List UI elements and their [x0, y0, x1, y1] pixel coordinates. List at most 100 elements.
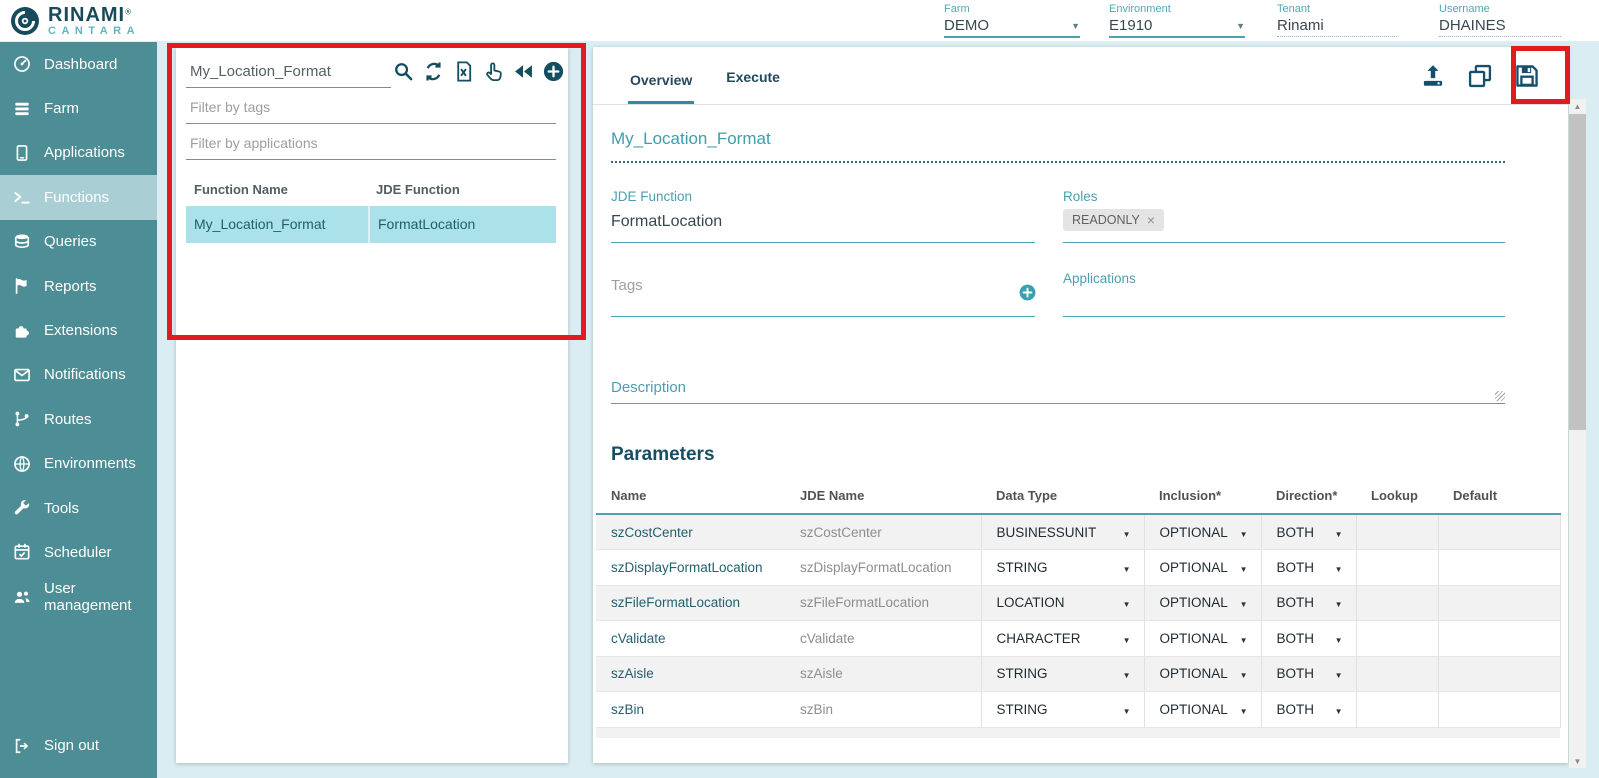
function-list-row-selected[interactable]: My_Location_Format FormatLocation: [186, 206, 556, 243]
sidebar-item-routes[interactable]: Routes: [0, 397, 157, 441]
direction-select[interactable]: BOTH: [1277, 560, 1356, 575]
scrollbar-thumb[interactable]: [1569, 114, 1586, 430]
save-button[interactable]: [1512, 61, 1542, 91]
brand-logo: RINAMI® CANTARA: [8, 4, 140, 38]
inclusion-select[interactable]: OPTIONAL: [1160, 525, 1261, 540]
data-type-select[interactable]: LOCATION: [997, 595, 1144, 610]
tab-execute[interactable]: Execute: [724, 69, 782, 104]
param-default[interactable]: [1438, 550, 1560, 586]
direction-select[interactable]: BOTH: [1277, 595, 1356, 610]
upload-icon[interactable]: [1418, 61, 1448, 91]
sidebar-item-extensions[interactable]: Extensions: [0, 308, 157, 352]
sidebar-item-queries[interactable]: Queries: [0, 220, 157, 264]
sidebar-item-label: Scheduler: [44, 544, 112, 561]
sidebar-item-farm[interactable]: Farm: [0, 86, 157, 130]
param-lookup[interactable]: [1356, 514, 1438, 550]
refresh-icon[interactable]: [421, 59, 446, 84]
param-default[interactable]: [1438, 656, 1560, 692]
param-lookup[interactable]: [1356, 621, 1438, 657]
parameters-heading: Parameters: [611, 444, 1568, 466]
search-icon[interactable]: [391, 59, 416, 84]
scroll-up-arrow-icon[interactable]: [1569, 99, 1586, 113]
roles-field[interactable]: Roles READONLY: [1063, 189, 1505, 243]
param-lookup[interactable]: [1356, 550, 1438, 586]
direction-select[interactable]: BOTH: [1277, 631, 1356, 646]
farm-select[interactable]: Farm DEMO▼: [944, 3, 1080, 38]
function-list-panel: Function Name JDE Function My_Location_F…: [176, 47, 568, 763]
tag-filter-input[interactable]: [186, 91, 556, 124]
sidebar-item-sign-out[interactable]: Sign out: [0, 724, 157, 768]
sidebar-item-functions[interactable]: Functions: [0, 175, 157, 219]
tags-field[interactable]: Tags: [611, 271, 1035, 317]
col-name: Name: [596, 482, 785, 514]
inclusion-select[interactable]: OPTIONAL: [1160, 631, 1261, 646]
description-field[interactable]: Description: [611, 379, 1505, 404]
param-jde-name: szAisle: [785, 656, 981, 692]
username-field[interactable]: Username DHAINES: [1439, 3, 1561, 37]
data-type-select[interactable]: STRING: [997, 702, 1144, 717]
param-default[interactable]: [1438, 585, 1560, 621]
direction-select[interactable]: BOTH: [1277, 525, 1356, 540]
jde-function-field[interactable]: JDE Function FormatLocation: [611, 189, 1035, 243]
sidebar-item-label: User management: [44, 580, 157, 614]
chip-remove-icon[interactable]: [1147, 213, 1155, 227]
excel-export-icon[interactable]: [451, 59, 476, 84]
data-type-select[interactable]: STRING: [997, 666, 1144, 681]
chevron-down-icon: [1240, 560, 1248, 575]
param-default[interactable]: [1438, 692, 1560, 728]
tenant-field[interactable]: Tenant Rinami: [1277, 3, 1397, 37]
direction-select[interactable]: BOTH: [1277, 702, 1356, 717]
detail-tabs: Overview Execute: [593, 47, 1568, 105]
environment-value: E1910: [1109, 17, 1152, 34]
sidebar-item-tools[interactable]: Tools: [0, 486, 157, 530]
col-lookup: Lookup: [1356, 482, 1438, 514]
application-filter-input[interactable]: [186, 127, 556, 160]
vertical-scrollbar[interactable]: [1569, 99, 1586, 768]
data-type-select[interactable]: CHARACTER: [997, 631, 1144, 646]
param-default[interactable]: [1438, 621, 1560, 657]
data-type-select[interactable]: STRING: [997, 560, 1144, 575]
chevron-down-icon: [1240, 525, 1248, 540]
sidebar-item-reports[interactable]: Reports: [0, 264, 157, 308]
function-title[interactable]: My_Location_Format: [611, 129, 1505, 163]
param-default[interactable]: [1438, 514, 1560, 550]
rewind-icon[interactable]: [511, 59, 536, 84]
parameter-row: szCostCenter szCostCenter BUSINESSUNIT O…: [596, 514, 1560, 550]
chevron-down-icon: [1123, 631, 1131, 646]
hand-cursor-icon[interactable]: [481, 59, 506, 84]
param-jde-name: szDisplayFormatLocation: [785, 550, 981, 586]
data-type-select[interactable]: BUSINESSUNIT: [997, 525, 1144, 540]
inclusion-select[interactable]: OPTIONAL: [1160, 595, 1261, 610]
param-name: cValidate: [596, 621, 785, 657]
farm-icon: [11, 98, 33, 120]
environment-select[interactable]: Environment E1910▼: [1109, 3, 1245, 38]
sidebar-item-label: Extensions: [44, 322, 117, 339]
col-jde-name: JDE Name: [785, 482, 981, 514]
sidebar-item-user-management[interactable]: User management: [0, 575, 157, 619]
param-lookup[interactable]: [1356, 692, 1438, 728]
inclusion-select[interactable]: OPTIONAL: [1160, 702, 1261, 717]
jde-function-value: FormatLocation: [611, 213, 1035, 231]
applications-field[interactable]: Applications: [1063, 271, 1505, 317]
sidebar-item-scheduler[interactable]: Scheduler: [0, 530, 157, 574]
inclusion-select[interactable]: OPTIONAL: [1160, 560, 1261, 575]
sidebar-item-notifications[interactable]: Notifications: [0, 353, 157, 397]
tab-overview[interactable]: Overview: [628, 72, 694, 104]
inclusion-select[interactable]: OPTIONAL: [1160, 666, 1261, 681]
col-inclusion: Inclusion*: [1144, 482, 1261, 514]
scroll-down-arrow-icon[interactable]: [1569, 754, 1586, 768]
param-lookup[interactable]: [1356, 656, 1438, 692]
sidebar-item-dashboard[interactable]: Dashboard: [0, 42, 157, 86]
add-tag-icon[interactable]: [1018, 283, 1037, 302]
function-list-header: Function Name JDE Function: [186, 174, 556, 206]
add-icon[interactable]: [541, 59, 566, 84]
sidebar-item-environments[interactable]: Environments: [0, 442, 157, 486]
username-value: DHAINES: [1439, 17, 1506, 34]
direction-select[interactable]: BOTH: [1277, 666, 1356, 681]
copy-icon[interactable]: [1465, 61, 1495, 91]
resize-handle[interactable]: [1495, 391, 1505, 401]
function-search-input[interactable]: [186, 59, 391, 88]
brand-registered-mark: ®: [125, 8, 131, 17]
sidebar-item-applications[interactable]: Applications: [0, 131, 157, 175]
param-lookup[interactable]: [1356, 585, 1438, 621]
